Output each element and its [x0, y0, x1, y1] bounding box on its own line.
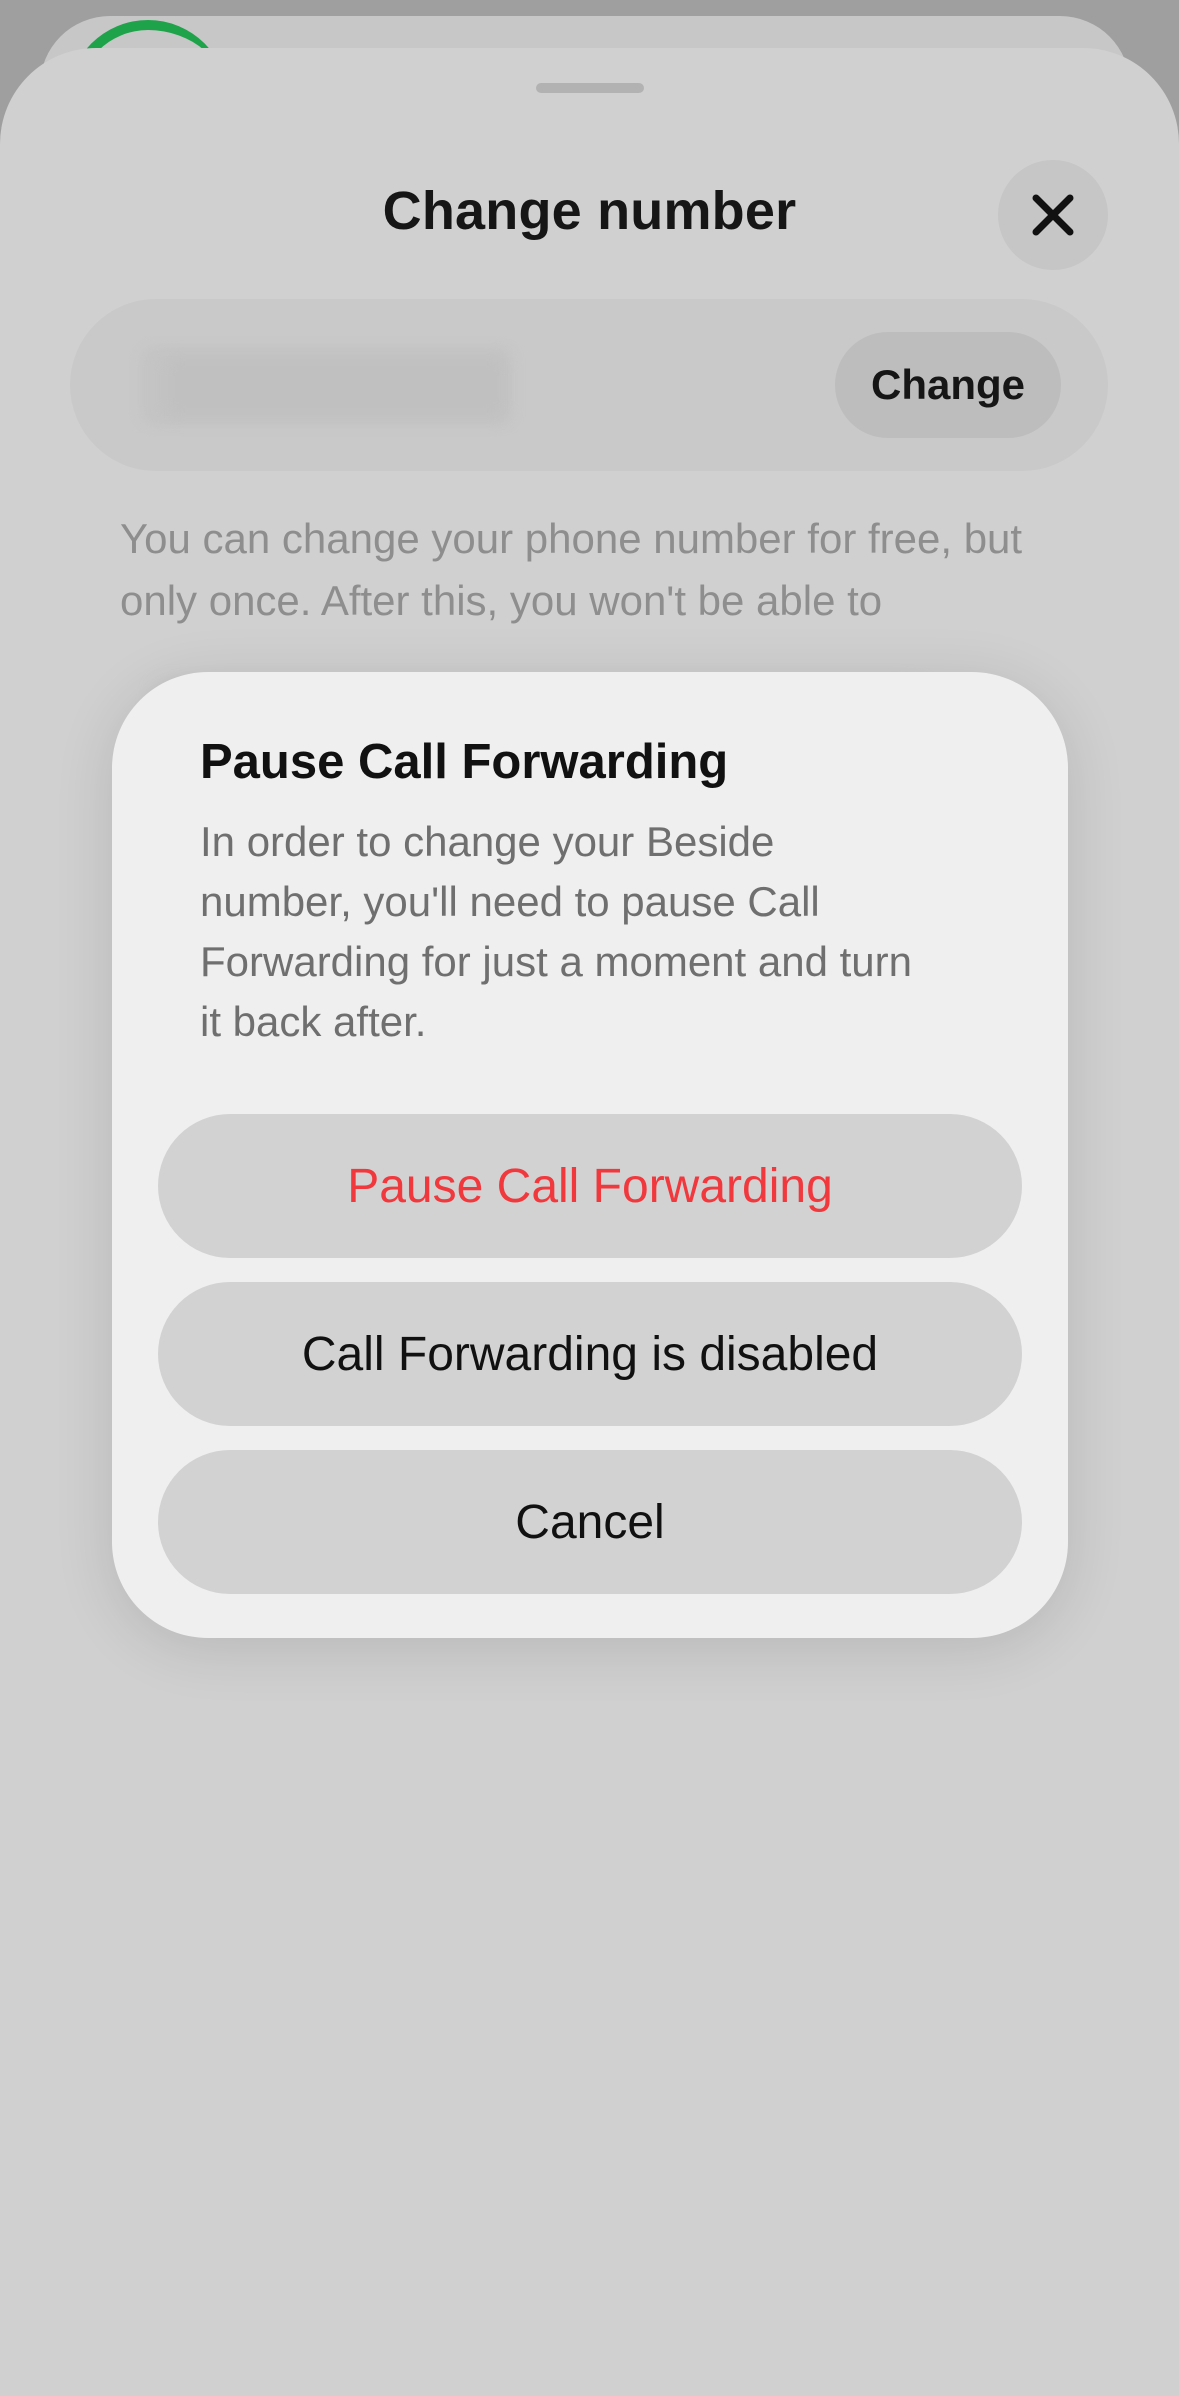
call-forwarding-disabled-button[interactable]: Call Forwarding is disabled	[158, 1282, 1022, 1426]
pause-call-forwarding-dialog: Pause Call Forwarding In order to change…	[112, 672, 1068, 1638]
pause-call-forwarding-button[interactable]: Pause Call Forwarding	[158, 1114, 1022, 1258]
cancel-button[interactable]: Cancel	[158, 1450, 1022, 1594]
dialog-title: Pause Call Forwarding	[200, 735, 729, 789]
phone-number-redacted-inner	[166, 357, 506, 417]
close-button[interactable]	[998, 160, 1108, 270]
phone-number-field: Change	[70, 299, 1108, 471]
info-text: You can change your phone number for fre…	[120, 515, 1023, 624]
dialog-message: In order to change your Beside number, y…	[200, 818, 912, 1045]
change-button[interactable]: Change	[835, 332, 1061, 438]
close-icon	[1032, 194, 1074, 236]
sheet-grabber[interactable]	[536, 83, 644, 93]
